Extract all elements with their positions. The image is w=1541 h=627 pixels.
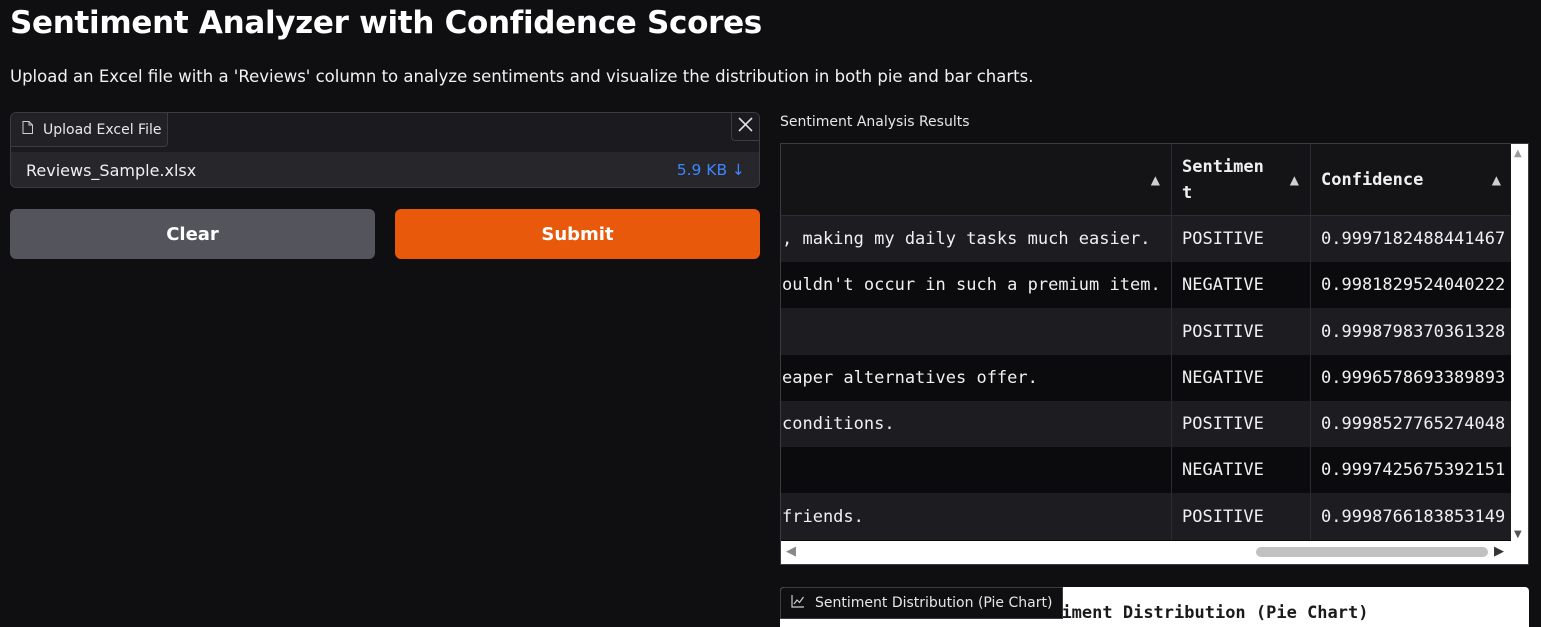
sentiment-cell: NEGATIVE [1172, 355, 1311, 401]
horizontal-scroll-thumb[interactable] [1256, 547, 1488, 557]
table-row[interactable]: friends. POSITIVE 0.9998766183853149 [781, 493, 1512, 540]
review-cell: , making my daily tasks much easier. [781, 216, 1172, 262]
scroll-right-icon[interactable]: ▶ [1494, 544, 1504, 559]
table-row[interactable]: NEGATIVE 0.9997425675392151 [781, 447, 1512, 493]
review-cell: eaper alternatives offer. [781, 355, 1172, 401]
clear-file-button[interactable] [731, 113, 759, 141]
confidence-cell: 0.9997425675392151 [1321, 460, 1506, 480]
review-cell: ouldn't occur in such a premium item. [781, 262, 1172, 308]
page-title: Sentiment Analyzer with Confidence Score… [10, 5, 762, 41]
results-table[interactable]: ▲ Sentiment ▲ Confidence ▲ , making my d… [780, 143, 1529, 565]
table-row[interactable]: conditions. POSITIVE 0.9998527765274048 [781, 401, 1512, 447]
sort-icon[interactable]: ▲ [1151, 173, 1160, 187]
confidence-cell: 0.9998527765274048 [1321, 414, 1506, 434]
results-label: Sentiment Analysis Results [780, 114, 970, 130]
sentiment-cell: POSITIVE [1172, 401, 1311, 447]
sentiment-cell: POSITIVE [1172, 308, 1311, 355]
upload-label: Upload Excel File [43, 121, 162, 138]
page: Sentiment Analyzer with Confidence Score… [0, 0, 1541, 627]
scrollbar-corner [1511, 541, 1528, 564]
sentiment-cell: POSITIVE [1172, 493, 1311, 540]
table-row[interactable]: POSITIVE 0.9998798370361328 [781, 308, 1512, 355]
sentiment-cell: NEGATIVE [1172, 447, 1311, 493]
chart-icon [791, 594, 805, 612]
clear-button[interactable]: Clear [10, 209, 375, 259]
page-description: Upload an Excel file with a 'Reviews' co… [10, 67, 1034, 86]
horizontal-scrollbar[interactable]: ◀ ▶ [781, 541, 1512, 564]
results-grid: ▲ Sentiment ▲ Confidence ▲ , making my d… [781, 144, 1512, 542]
file-icon [22, 121, 33, 138]
header-sentiment[interactable]: Sentiment ▲ [1172, 144, 1311, 215]
confidence-cell: 0.9996578693389893 [1321, 368, 1506, 388]
submit-button[interactable]: Submit [395, 209, 760, 259]
table-row[interactable]: ouldn't occur in such a premium item. NE… [781, 262, 1512, 308]
file-download-link[interactable]: 5.9 KB ↓ [677, 161, 745, 179]
header-confidence[interactable]: Confidence ▲ [1311, 144, 1512, 215]
table-row[interactable]: eaper alternatives offer. NEGATIVE 0.999… [781, 355, 1512, 401]
review-cell [781, 447, 1172, 493]
uploaded-file-row: Reviews_Sample.xlsx 5.9 KB ↓ [11, 152, 759, 187]
confidence-cell: 0.9997182488441467 [1321, 229, 1506, 249]
scroll-up-icon[interactable]: ▲ [1514, 148, 1522, 159]
confidence-cell: 0.9998766183853149 [1321, 506, 1506, 527]
file-name: Reviews_Sample.xlsx [26, 160, 197, 180]
table-header: ▲ Sentiment ▲ Confidence ▲ [781, 144, 1512, 216]
scroll-left-icon[interactable]: ◀ [786, 544, 796, 559]
confidence-cell: 0.9981829524040222 [1321, 275, 1506, 295]
review-cell: friends. [781, 493, 1172, 540]
table-row[interactable]: , making my daily tasks much easier. POS… [781, 216, 1512, 262]
pie-chart-label: Sentiment Distribution (Pie Chart) [780, 587, 1064, 619]
sentiment-cell: NEGATIVE [1172, 262, 1311, 308]
vertical-scrollbar[interactable]: ▲ ▼ [1511, 144, 1528, 542]
review-cell [781, 308, 1172, 355]
review-cell: conditions. [781, 401, 1172, 447]
scroll-down-icon[interactable]: ▼ [1514, 529, 1522, 540]
header-review[interactable]: ▲ [781, 144, 1172, 215]
sort-icon[interactable]: ▲ [1492, 173, 1501, 187]
confidence-cell: 0.9998798370361328 [1321, 321, 1506, 342]
sentiment-cell: POSITIVE [1172, 216, 1311, 262]
close-icon [738, 117, 753, 136]
file-upload[interactable]: Upload Excel File Reviews_Sample.xlsx 5.… [10, 112, 760, 188]
upload-label-tab: Upload Excel File [11, 113, 168, 147]
sort-icon[interactable]: ▲ [1290, 173, 1299, 187]
